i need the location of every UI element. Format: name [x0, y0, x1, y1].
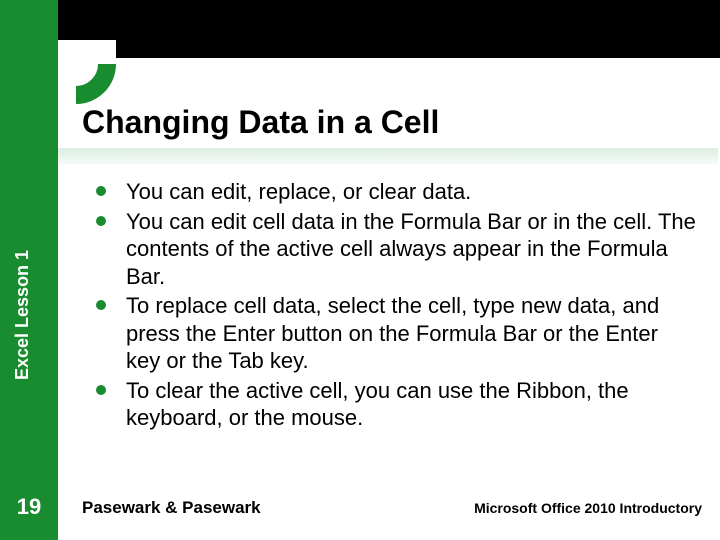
sidebar-label: Excel Lesson 1 [12, 250, 33, 380]
bullet-list: You can edit, replace, or clear data. Yo… [90, 178, 698, 432]
bullet-text: You can edit cell data in the Formula Ba… [126, 209, 696, 289]
list-item: To replace cell data, select the cell, t… [90, 292, 698, 375]
slide: Excel Lesson 1 19 Changing Data in a Cel… [0, 0, 720, 540]
content-area: You can edit, replace, or clear data. Yo… [90, 178, 698, 434]
bullet-icon [96, 216, 106, 226]
bullet-icon [96, 186, 106, 196]
bullet-text: To clear the active cell, you can use th… [126, 378, 629, 431]
bullet-icon [96, 300, 106, 310]
slide-number: 19 [0, 494, 58, 520]
bullet-text: To replace cell data, select the cell, t… [126, 293, 659, 373]
footer-left: Pasewark & Pasewark [82, 498, 261, 518]
bullet-icon [96, 385, 106, 395]
list-item: To clear the active cell, you can use th… [90, 377, 698, 432]
corner-accent [58, 40, 116, 98]
list-item: You can edit, replace, or clear data. [90, 178, 698, 206]
list-item: You can edit cell data in the Formula Ba… [90, 208, 698, 291]
footer-right: Microsoft Office 2010 Introductory [474, 500, 702, 516]
slide-title: Changing Data in a Cell [82, 104, 439, 141]
bullet-text: You can edit, replace, or clear data. [126, 179, 471, 204]
title-underline [58, 148, 718, 164]
footer: Pasewark & Pasewark Microsoft Office 201… [82, 498, 702, 518]
